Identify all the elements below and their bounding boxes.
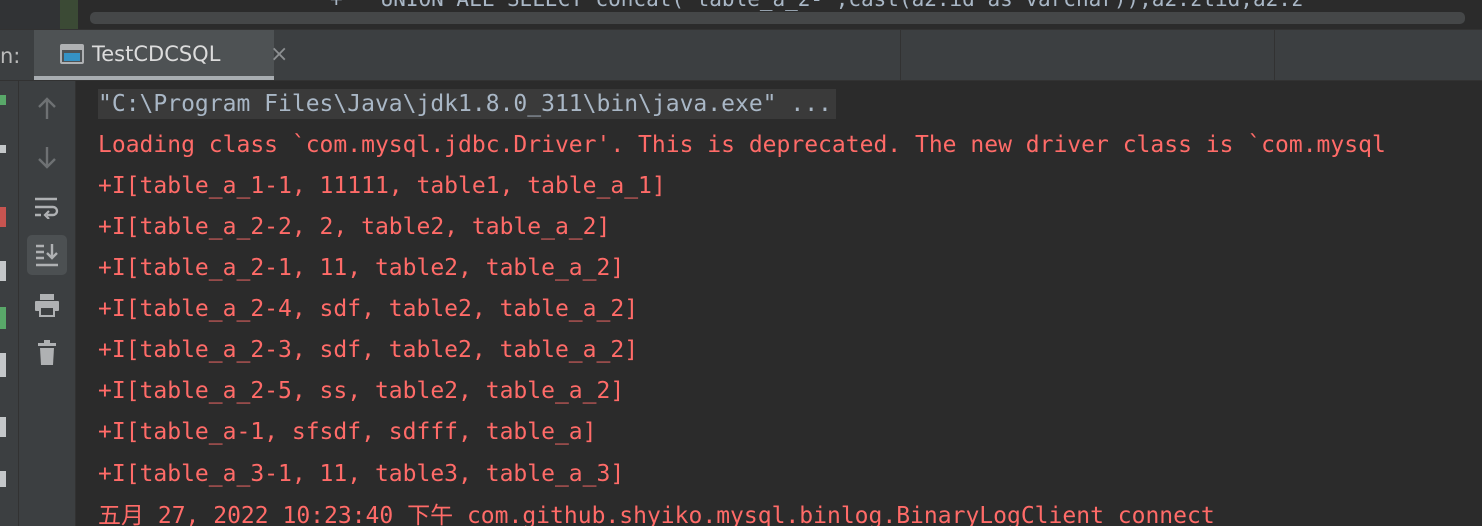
scroll-to-end-button[interactable] (27, 235, 67, 275)
stop-icon[interactable] (0, 207, 6, 227)
console-toolbar (19, 81, 76, 526)
tab-separator (900, 30, 901, 80)
edge-icon[interactable] (0, 261, 6, 281)
tab-testcdcsql[interactable]: TestCDCSQL × (34, 30, 288, 80)
editor-area[interactable]: + " UNION ALL SELECT concat('table_a_2-'… (0, 0, 1482, 30)
command-line: "C:\Program Files\Java\jdk1.8.0_311\bin\… (98, 89, 836, 119)
editor-code-line[interactable]: + " UNION ALL SELECT concat('table_a_2-'… (330, 0, 1304, 11)
run-panel-label: n: (0, 44, 21, 68)
console-line: Loading class `com.mysql.jdbc.Driver'. T… (98, 132, 1386, 158)
tab-title: TestCDCSQL (92, 42, 221, 66)
down-arrow-button[interactable] (27, 137, 67, 177)
console-line: +I[table_a_1-1, 11111, table1, table_a_1… (98, 173, 666, 199)
rerun-icon[interactable] (0, 95, 6, 105)
edge-icon[interactable] (0, 471, 6, 487)
trash-icon (38, 340, 56, 365)
down-arrow-icon (38, 147, 56, 169)
console-line: +I[table_a_2-3, sdf, table2, table_a_2] (98, 337, 639, 363)
edge-icon[interactable] (0, 307, 6, 329)
up-arrow-button[interactable] (27, 89, 67, 129)
console-line: +I[table_a_3-1, 11, table3, table_a_3] (98, 461, 625, 487)
edge-icon[interactable] (0, 145, 6, 153)
soft-wrap-button[interactable] (27, 187, 67, 227)
edge-icon[interactable] (0, 353, 6, 377)
console-line: +I[table_a-1, sfsdf, sdfff, table_a] (98, 419, 597, 445)
console-output[interactable]: "C:\Program Files\Java\jdk1.8.0_311\bin\… (76, 81, 1482, 526)
left-action-strip (0, 81, 19, 526)
print-button[interactable] (27, 285, 67, 325)
close-icon[interactable]: × (270, 42, 288, 67)
clear-all-button[interactable] (27, 333, 67, 373)
print-icon (35, 294, 59, 317)
up-arrow-icon (38, 97, 56, 119)
editor-horizontal-scrollbar[interactable] (90, 12, 1465, 24)
console-line: +I[table_a_2-5, ss, table2, table_a_2] (98, 378, 625, 404)
console-line: +I[table_a_2-1, 11, table2, table_a_2] (98, 255, 625, 281)
editor-gutter (0, 0, 60, 30)
console-window-icon (60, 44, 84, 66)
editor-change-marker (60, 0, 78, 30)
scroll-to-end-icon (36, 244, 58, 267)
soft-wrap-icon (35, 197, 59, 219)
run-tool-window-header: n: TestCDCSQL × (0, 30, 1482, 81)
console-line: 五月 27, 2022 10:23:40 下午 com.github.shyik… (98, 503, 1215, 526)
console-line: +I[table_a_2-4, sdf, table2, table_a_2] (98, 296, 639, 322)
active-tab-indicator (34, 76, 274, 80)
edge-icon[interactable] (0, 417, 6, 437)
console-line: +I[table_a_2-2, 2, table2, table_a_2] (98, 214, 611, 240)
ide-window: + " UNION ALL SELECT concat('table_a_2-'… (0, 0, 1482, 526)
tab-separator (1274, 30, 1275, 80)
